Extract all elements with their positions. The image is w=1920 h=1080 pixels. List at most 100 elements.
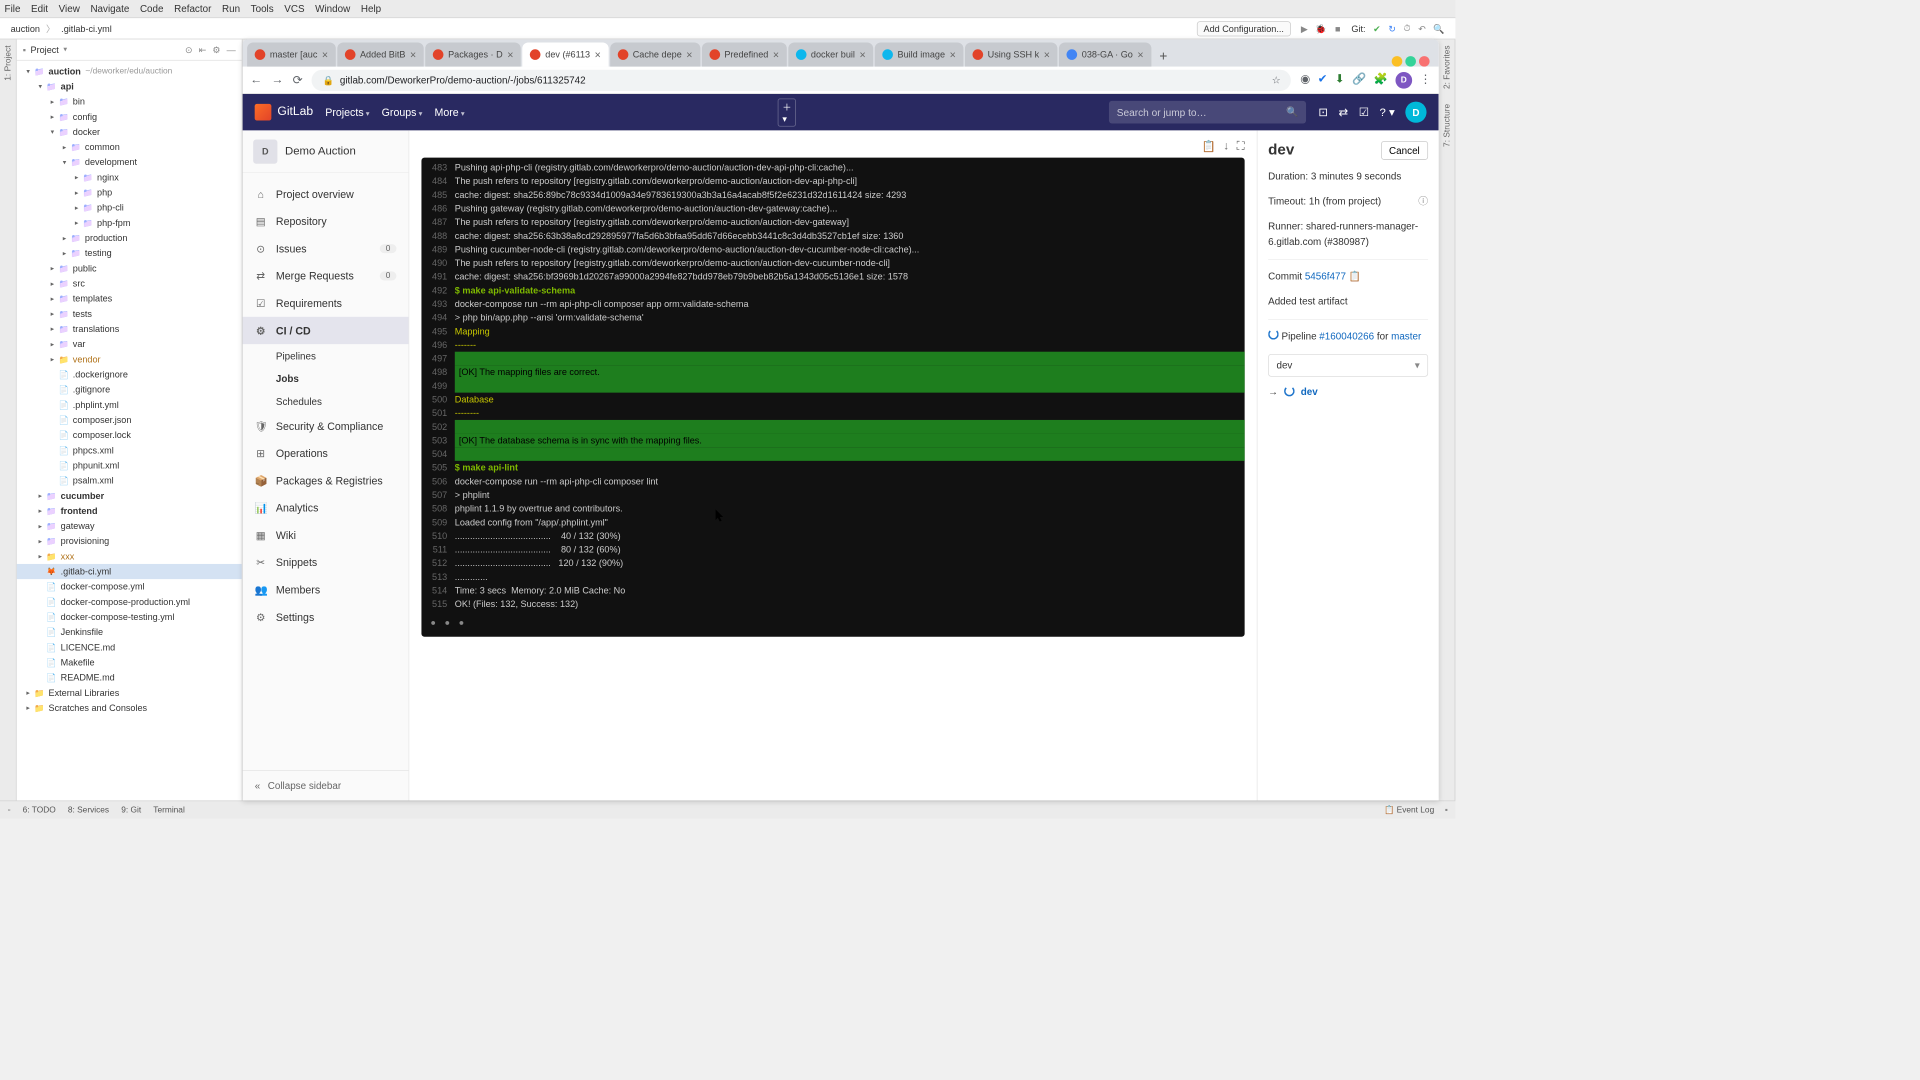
nav-sub-schedules[interactable]: Schedules [243,390,409,413]
todos-icon[interactable]: ☑ [1359,105,1369,119]
tree-item-makefile[interactable]: Makefile [17,655,242,670]
stage-job-name[interactable]: dev [1301,386,1318,397]
browser-tab[interactable]: master [auc× [247,42,336,66]
tree-item-php-fpm[interactable]: ▸php-fpm [17,215,242,230]
browser-tab[interactable]: Predefined× [702,42,787,66]
stop-icon[interactable]: ■ [1332,22,1344,34]
profile-avatar-icon[interactable]: D [1395,72,1412,89]
nav-repository[interactable]: ▤Repository [243,208,409,235]
browser-tab[interactable]: dev (#6113× [523,42,609,66]
window-max-icon[interactable] [1405,56,1416,67]
git-revert-icon[interactable]: ↶ [1418,23,1426,34]
help-icon[interactable]: ? ▾ [1380,105,1395,119]
browser-menu-icon[interactable]: ⋮ [1420,72,1431,89]
issues-icon[interactable]: ⊡ [1318,105,1328,119]
browser-tab[interactable]: docker buil× [788,42,873,66]
menu-window[interactable]: Window [315,3,350,14]
tree-item-development[interactable]: ▾development [17,155,242,170]
close-tab-icon[interactable]: × [773,49,779,61]
tree-item-public[interactable]: ▸public [17,261,242,276]
topmenu-groups[interactable]: Groups [382,106,423,118]
browser-tab[interactable]: Using SSH k× [965,42,1058,66]
nav-settings[interactable]: ⚙Settings [243,603,409,630]
run-icon[interactable]: ▶ [1298,22,1310,34]
close-tab-icon[interactable]: × [686,49,692,61]
ext-icon-2[interactable]: ✔ [1318,72,1328,89]
log-fullscreen-icon[interactable]: ⛶ [1237,139,1245,153]
gitlab-search-input[interactable] [1117,106,1287,117]
topmenu-projects[interactable]: Projects [325,106,369,118]
close-tab-icon[interactable]: × [507,49,513,61]
window-min-icon[interactable] [1392,56,1403,67]
tree-item-php[interactable]: ▸php [17,185,242,200]
tree-item-psalm-xml[interactable]: psalm.xml [17,473,242,488]
tree-item-phpcs-xml[interactable]: phpcs.xml [17,443,242,458]
tree-item-composer-json[interactable]: composer.json [17,412,242,427]
gitlab-logo[interactable]: GitLab [255,104,313,121]
tree-item-translations[interactable]: ▸translations [17,321,242,336]
collapse-icon[interactable]: ⇤ [199,44,207,55]
status-services[interactable]: 8: Services [68,805,109,814]
close-tab-icon[interactable]: × [1137,49,1143,61]
nav-forward-icon[interactable]: → [271,73,283,87]
new-tab-button[interactable]: + [1153,45,1174,66]
browser-tab[interactable]: 038-GA · Go× [1059,42,1151,66]
gear-icon[interactable]: ⚙ [212,44,220,55]
tree-item-auction[interactable]: ▾auction~/deworker/edu/auction [17,64,242,79]
url-bar[interactable]: 🔒 gitlab.com/DeworkerPro/demo-auction/-/… [312,69,1291,90]
nav-project-overview[interactable]: ⌂Project overview [243,180,409,207]
close-tab-icon[interactable]: × [859,49,865,61]
nav-packages---registries[interactable]: 📦Packages & Registries [243,467,409,494]
gitlab-topmenu[interactable]: Projects Groups More [325,106,464,118]
tree-item-tests[interactable]: ▸tests [17,306,242,321]
tree-item-bin[interactable]: ▸bin [17,94,242,109]
status-square-icon[interactable]: ▫ [8,805,11,814]
tree-item-docker-compose-testing-yml[interactable]: docker-compose-testing.yml [17,609,242,624]
tree-item-docker-compose-production-yml[interactable]: docker-compose-production.yml [17,594,242,609]
topmenu-more[interactable]: More [435,106,465,118]
nav-operations[interactable]: ⊞Operations [243,440,409,467]
tree-item-licence-md[interactable]: LICENCE.md [17,640,242,655]
tree-item-api[interactable]: ▾api [17,79,242,94]
info-icon[interactable]: ⓘ [1418,194,1428,210]
nav-analytics[interactable]: 📊Analytics [243,494,409,521]
debug-icon[interactable]: 🐞 [1315,22,1327,34]
close-tab-icon[interactable]: × [322,49,328,61]
status-todo[interactable]: 6: TODO [23,805,56,814]
status-git[interactable]: 9: Git [121,805,141,814]
locate-icon[interactable]: ⊙ [185,44,193,55]
tree-item-composer-lock[interactable]: composer.lock [17,428,242,443]
tree-item-nginx[interactable]: ▸nginx [17,170,242,185]
menu-help[interactable]: Help [361,3,381,14]
add-configuration-button[interactable]: Add Configuration... [1197,21,1291,36]
close-tab-icon[interactable]: × [1044,49,1050,61]
close-tab-icon[interactable]: × [950,49,956,61]
menu-code[interactable]: Code [140,3,164,14]
git-commit-icon[interactable]: ✔ [1373,23,1381,34]
git-update-icon[interactable]: ↻ [1388,23,1396,34]
tree-item-vendor[interactable]: ▸vendor [17,352,242,367]
menu-refactor[interactable]: Refactor [174,3,211,14]
tree-item-testing[interactable]: ▸testing [17,246,242,261]
gitlab-nav[interactable]: ⌂Project overview▤Repository⊙Issues0⇄Mer… [243,173,409,770]
nav-issues[interactable]: ⊙Issues0 [243,235,409,262]
browser-tabstrip[interactable]: master [auc×Added BitB×Packages · D×dev … [243,39,1439,66]
cancel-button[interactable]: Cancel [1381,141,1428,160]
bookmark-icon[interactable]: ☆ [1272,74,1281,86]
tree-item-cucumber[interactable]: ▸cucumber [17,488,242,503]
nav-snippets[interactable]: ✂Snippets [243,549,409,576]
menu-run[interactable]: Run [222,3,240,14]
job-log[interactable]: 483Pushing api-php-cli (registry.gitlab.… [421,158,1244,637]
gitlab-search[interactable]: 🔍 [1109,101,1306,124]
nav-sub-pipelines[interactable]: Pipelines [243,344,409,367]
ext-icon-1[interactable]: ◉ [1300,72,1310,89]
tree-item-provisioning[interactable]: ▸provisioning [17,534,242,549]
browser-tab[interactable]: Build image× [875,42,964,66]
gutter-structure-tab[interactable]: 7: Structure [1442,104,1451,147]
close-tab-icon[interactable]: × [410,49,416,61]
tree-item-scratches-and-consoles[interactable]: ▸Scratches and Consoles [17,700,242,715]
tree-item-gateway[interactable]: ▸gateway [17,518,242,533]
breadcrumb-project[interactable]: auction [11,23,40,34]
tree-item-external-libraries[interactable]: ▸External Libraries [17,685,242,700]
project-tree[interactable]: ▾auction~/deworker/edu/auction▾api▸bin ▸c… [17,61,242,801]
